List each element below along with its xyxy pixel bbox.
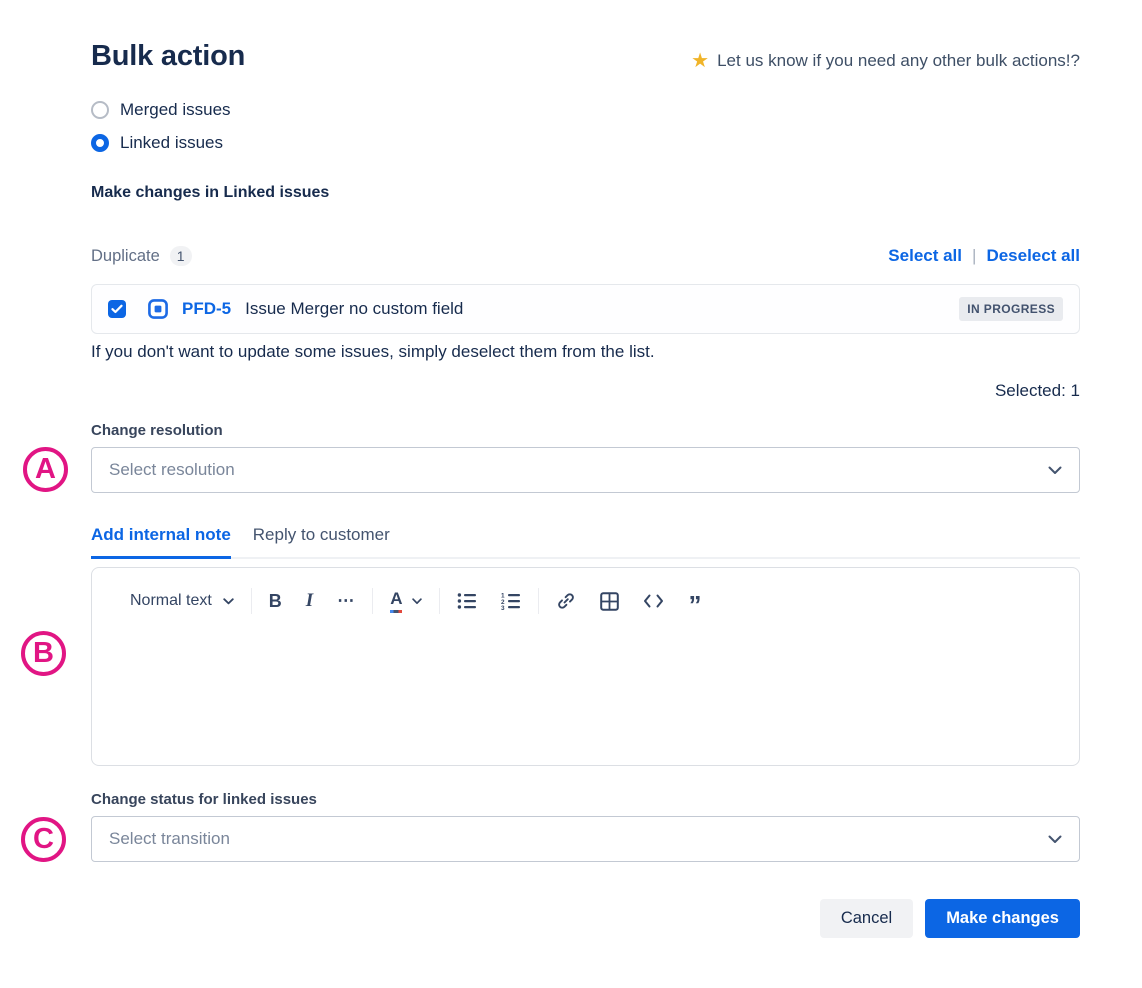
- text-color-glyph: A: [390, 590, 402, 613]
- radio-linked-issues-label: Linked issues: [120, 133, 223, 153]
- link-separator: |: [972, 246, 976, 266]
- rich-text-editor: Normal text B I ⋯ A: [91, 567, 1080, 766]
- deselect-note: If you don't want to update some issues,…: [91, 342, 1080, 362]
- hint-text: Let us know if you need any other bulk a…: [717, 51, 1080, 71]
- text-color-button[interactable]: A: [390, 590, 422, 613]
- select-all-link[interactable]: Select all: [888, 246, 962, 266]
- page-title: Bulk action: [91, 40, 245, 73]
- bulk-actions-hint: ★ Let us know if you need any other bulk…: [691, 51, 1080, 71]
- check-icon: [111, 304, 123, 314]
- annotation-circle-b: B: [21, 631, 66, 676]
- transition-select-placeholder: Select transition: [109, 829, 230, 849]
- issue-type-icon: [148, 299, 168, 319]
- section-heading: Make changes in Linked issues: [91, 184, 1080, 202]
- radio-merged-issues[interactable]: Merged issues: [91, 100, 1080, 120]
- star-icon: ★: [691, 51, 709, 71]
- header: Bulk action ★ Let us know if you need an…: [91, 0, 1080, 73]
- annotation-circle-a: A: [23, 447, 68, 492]
- text-style-dropdown[interactable]: Normal text: [130, 592, 234, 610]
- toolbar-divider: [372, 588, 373, 614]
- status-field-label: Change status for linked issues: [91, 791, 1080, 808]
- make-changes-button[interactable]: Make changes: [925, 899, 1080, 938]
- status-badge: IN PROGRESS: [959, 297, 1063, 321]
- cancel-button[interactable]: Cancel: [820, 899, 913, 938]
- resolution-select-placeholder: Select resolution: [109, 460, 235, 480]
- quote-button[interactable]: ”: [688, 590, 701, 612]
- issue-summary: Issue Merger no custom field: [245, 299, 945, 319]
- numbered-list-button[interactable]: 1 2 3: [501, 592, 521, 610]
- resolution-select[interactable]: Select resolution: [91, 447, 1080, 493]
- code-button[interactable]: [643, 593, 664, 609]
- editor-body[interactable]: [92, 614, 1079, 734]
- annotation-circle-c: C: [21, 817, 66, 862]
- link-type-label: Duplicate: [91, 247, 160, 266]
- svg-text:3: 3: [501, 605, 505, 610]
- link-button[interactable]: [556, 591, 576, 611]
- note-tabs: Add internal note Reply to customer: [91, 525, 1080, 559]
- bullet-list-button[interactable]: [457, 592, 477, 610]
- italic-button[interactable]: I: [306, 590, 313, 612]
- issue-row[interactable]: PFD-5 Issue Merger no custom field IN PR…: [91, 284, 1080, 334]
- issue-group-header: Duplicate 1 Select all | Deselect all: [91, 246, 1080, 266]
- radio-selected-icon[interactable]: [91, 134, 109, 152]
- text-style-label: Normal text: [130, 592, 212, 610]
- bulk-action-page: A B C Bulk action ★ Let us know if you n…: [0, 0, 1142, 988]
- table-button[interactable]: [600, 592, 619, 611]
- selected-count: Selected: 1: [91, 381, 1080, 401]
- chevron-down-icon: [1048, 835, 1062, 844]
- radio-linked-issues[interactable]: Linked issues: [91, 133, 1080, 153]
- resolution-field-label: Change resolution: [91, 422, 1080, 439]
- bold-button[interactable]: B: [269, 591, 282, 612]
- toolbar-divider: [439, 588, 440, 614]
- issue-key-link[interactable]: PFD-5: [182, 299, 231, 319]
- tab-add-internal-note[interactable]: Add internal note: [91, 525, 231, 559]
- chevron-down-icon: [223, 598, 234, 605]
- issue-count-badge: 1: [170, 246, 192, 266]
- chevron-down-icon: [1048, 466, 1062, 475]
- radio-unselected-icon[interactable]: [91, 101, 109, 119]
- chevron-down-icon: [412, 598, 422, 605]
- action-buttons: Cancel Make changes: [91, 899, 1080, 938]
- issue-checkbox-checked[interactable]: [108, 300, 126, 318]
- editor-toolbar: Normal text B I ⋯ A: [92, 568, 1079, 614]
- deselect-all-link[interactable]: Deselect all: [986, 246, 1080, 266]
- more-formatting-button[interactable]: ⋯: [337, 591, 355, 611]
- radio-merged-issues-label: Merged issues: [120, 100, 231, 120]
- tab-reply-to-customer[interactable]: Reply to customer: [253, 525, 390, 557]
- issue-source-radio-group: Merged issues Linked issues: [91, 100, 1080, 153]
- transition-select[interactable]: Select transition: [91, 816, 1080, 862]
- toolbar-divider: [251, 588, 252, 614]
- toolbar-divider: [538, 588, 539, 614]
